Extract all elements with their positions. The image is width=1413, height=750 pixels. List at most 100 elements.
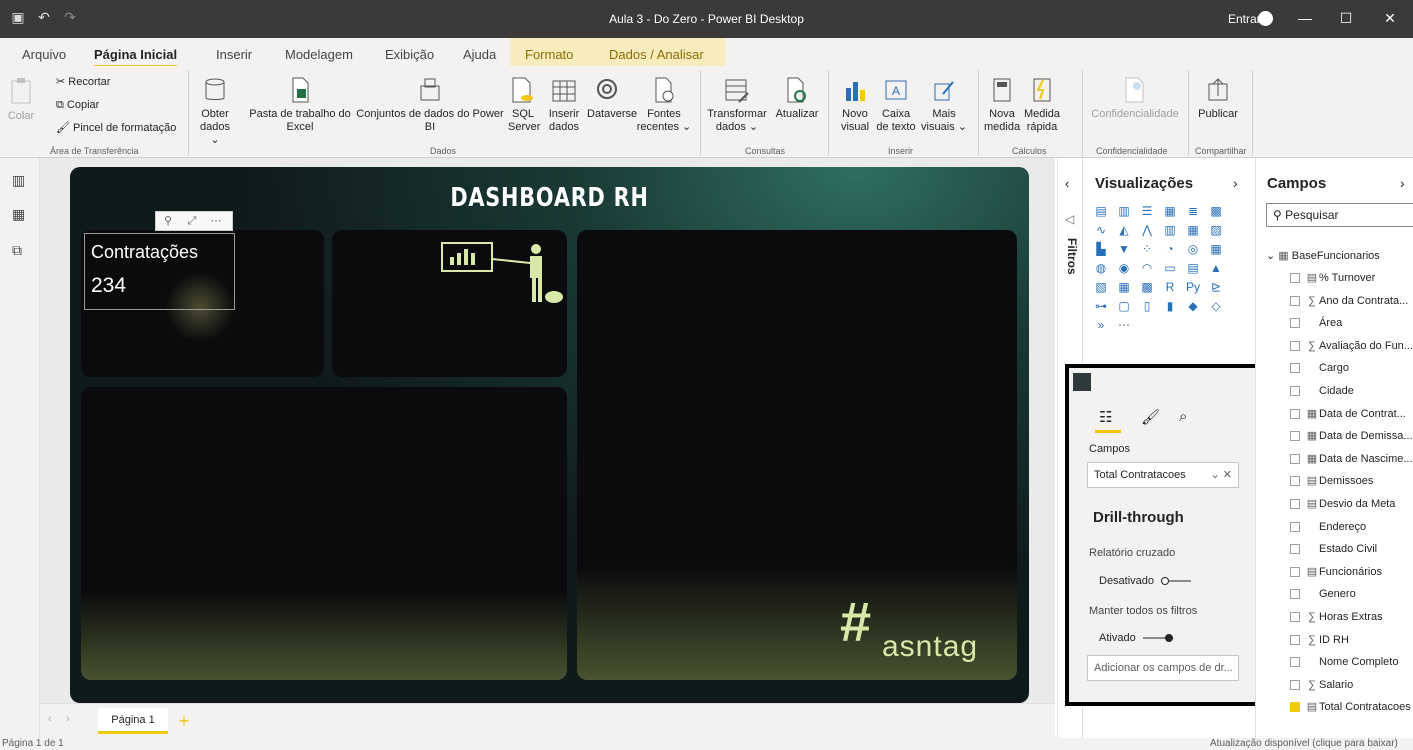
field-checkbox[interactable] (1290, 521, 1300, 532)
transform-data-button[interactable]: Transformar dados ⌄ (706, 76, 768, 134)
power-apps-icon[interactable]: ◆ (1182, 297, 1204, 315)
ribbon-chart-icon[interactable]: ▨ (1205, 221, 1227, 239)
new-visual-button[interactable]: Novo visual (838, 76, 872, 134)
tab-modelagem[interactable]: Modelagem (285, 47, 353, 62)
tab-arquivo[interactable]: Arquivo (22, 47, 66, 62)
card-bottom-left[interactable] (81, 387, 567, 680)
multirow-card-icon[interactable]: ▤ (1182, 259, 1204, 277)
field-checkbox[interactable] (1290, 363, 1300, 374)
publish-button[interactable]: Publicar (1196, 76, 1240, 121)
smart-narrative-icon[interactable]: ▯ (1136, 297, 1158, 315)
field-checkbox[interactable] (1290, 634, 1300, 645)
recent-sources-button[interactable]: Fontes recentes ⌄ (634, 76, 694, 134)
stacked-area-icon[interactable]: ⋀ (1136, 221, 1158, 239)
field-item[interactable]: ▤ Total Contratacoes (1290, 697, 1413, 717)
add-drillthrough-fields[interactable]: Adicionar os campos de dr... (1087, 655, 1239, 681)
field-checkbox[interactable] (1290, 589, 1300, 600)
field-checkbox[interactable] (1290, 679, 1300, 690)
page-tab[interactable]: Página 1 (98, 708, 168, 734)
field-item[interactable]: Genero (1290, 584, 1413, 604)
dataverse-button[interactable]: Dataverse (587, 76, 637, 121)
key-influencers-icon[interactable]: ⊵ (1205, 278, 1227, 296)
field-item[interactable]: ∑ Avaliação do Fun... (1290, 336, 1413, 356)
field-item[interactable]: ▦ Data de Contrat... (1290, 404, 1413, 424)
avatar[interactable] (1258, 11, 1273, 26)
field-item[interactable]: Cargo (1290, 358, 1413, 378)
more-visuals-button[interactable]: Mais visuais ⌄ (920, 76, 968, 134)
map-icon[interactable]: ◍ (1090, 259, 1112, 277)
sensitivity-button[interactable]: Confidencialidade (1090, 76, 1180, 121)
bar-100-icon[interactable]: ≣ (1182, 202, 1204, 220)
collapse-icon[interactable]: › (1400, 175, 1405, 191)
format-paint-icon[interactable]: 🖌 (1141, 408, 1160, 426)
field-item[interactable]: Cidade (1290, 381, 1413, 401)
column-100-icon[interactable]: ▩ (1205, 202, 1227, 220)
qa-icon[interactable]: ▢ (1113, 297, 1135, 315)
prev-page-icon[interactable]: ‹ (48, 713, 52, 725)
enter-data-button[interactable]: Inserir dados (544, 76, 584, 134)
selected-visual-icon[interactable] (1073, 373, 1091, 391)
data-view-icon[interactable]: ▦ (12, 206, 25, 223)
field-checkbox[interactable] (1290, 702, 1300, 713)
donut-icon[interactable]: ◎ (1182, 240, 1204, 258)
sign-in-link[interactable]: Entrar (1228, 12, 1261, 26)
cut-button[interactable]: ✂ Recortar (56, 76, 110, 89)
update-notice[interactable]: Atualização disponível (clique para baix… (1210, 738, 1398, 749)
keep-filters-toggle[interactable] (1143, 634, 1173, 642)
minimize-icon[interactable]: — (1290, 8, 1320, 28)
stacked-column-icon[interactable]: ▥ (1113, 202, 1135, 220)
field-checkbox[interactable] (1290, 566, 1300, 577)
sql-server-button[interactable]: SQL Server (508, 76, 540, 134)
tab-formato[interactable]: Formato (525, 47, 573, 62)
format-painter-button[interactable]: 🖌 Pincel de formatação (56, 122, 176, 135)
field-item[interactable]: ∑ Horas Extras (1290, 607, 1413, 627)
matrix-icon[interactable]: ▩ (1136, 278, 1158, 296)
field-item[interactable]: ∑ Salario (1290, 675, 1413, 695)
field-checkbox[interactable] (1290, 273, 1300, 284)
field-item[interactable]: Endereço (1290, 517, 1413, 537)
more-visuals-ellipsis-icon[interactable]: ⋯ (1113, 316, 1135, 334)
field-item[interactable]: ∑ ID RH (1290, 630, 1413, 650)
field-well-value[interactable]: Total Contratacoes ⌄ ✕ (1087, 462, 1239, 488)
close-icon[interactable]: ✕ (1375, 8, 1405, 28)
copy-button[interactable]: ⧉ Copiar (56, 99, 99, 112)
r-visual-icon[interactable]: R (1159, 278, 1181, 296)
field-checkbox[interactable] (1290, 408, 1300, 419)
field-item[interactable]: Estado Civil (1290, 539, 1413, 559)
stacked-bar-icon[interactable]: ▤ (1090, 202, 1112, 220)
power-automate-icon[interactable]: ◇ (1205, 297, 1227, 315)
field-item[interactable]: Área (1290, 313, 1413, 333)
fields-search-input[interactable]: ⚲ Pesquisar (1266, 203, 1413, 227)
filter-icon[interactable]: ⚲ (156, 212, 180, 230)
paste-button[interactable]: Colar (6, 76, 36, 123)
next-page-icon[interactable]: › (66, 713, 70, 725)
field-checkbox[interactable] (1290, 318, 1300, 329)
powerbi-datasets-button[interactable]: Conjuntos de dados do Power BI (355, 76, 505, 134)
field-checkbox[interactable] (1290, 657, 1300, 668)
decomposition-tree-icon[interactable]: ⊶ (1090, 297, 1112, 315)
tab-ajuda[interactable]: Ajuda (463, 47, 496, 62)
field-item[interactable]: ▤ Funcionários (1290, 562, 1413, 582)
collapse-icon[interactable]: ‹ (1065, 176, 1069, 191)
quick-measure-button[interactable]: Medida rápida (1022, 76, 1062, 134)
python-visual-icon[interactable]: Py (1182, 278, 1204, 296)
get-data-button[interactable]: Obter dados ⌄ (196, 76, 234, 147)
model-view-icon[interactable]: ⧉ (12, 242, 22, 259)
refresh-button[interactable]: Atualizar (772, 76, 822, 121)
clustered-bar-icon[interactable]: ☰ (1136, 202, 1158, 220)
slicer-icon[interactable]: ▧ (1090, 278, 1112, 296)
field-checkbox[interactable] (1290, 499, 1300, 510)
funnel-icon[interactable]: ▼ (1113, 240, 1135, 258)
area-chart-icon[interactable]: ◭ (1113, 221, 1135, 239)
new-measure-button[interactable]: Nova medida (984, 76, 1020, 134)
field-item[interactable]: ▤ Desvio da Meta (1290, 494, 1413, 514)
waterfall-icon[interactable]: ▙ (1090, 240, 1112, 258)
field-checkbox[interactable] (1290, 295, 1300, 306)
report-view-icon[interactable]: ▥ (12, 172, 25, 189)
tab-dados-analisar[interactable]: Dados / Analisar (609, 47, 704, 62)
field-checkbox[interactable] (1290, 612, 1300, 623)
line-clustered-icon[interactable]: ▦ (1182, 221, 1204, 239)
field-item[interactable]: ▤ Demissoes (1290, 471, 1413, 491)
treemap-icon[interactable]: ▦ (1205, 240, 1227, 258)
add-page-button[interactable]: + (173, 710, 195, 732)
